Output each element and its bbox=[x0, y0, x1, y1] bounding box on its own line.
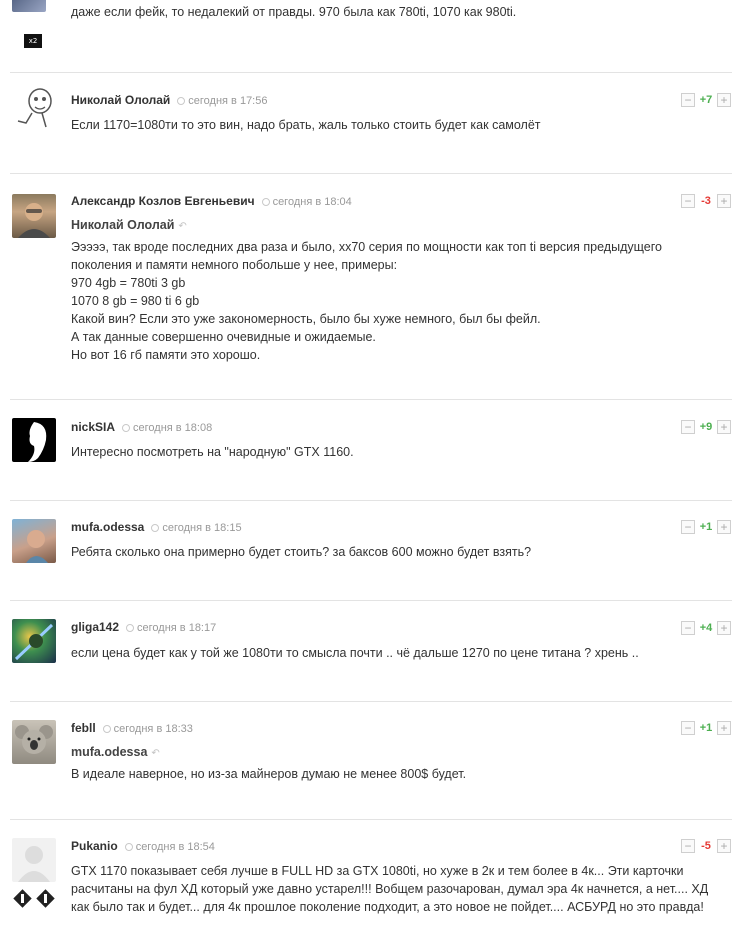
reply-arrow-icon: ↶ bbox=[151, 748, 160, 759]
vote-count: +7 bbox=[699, 94, 713, 106]
divider bbox=[10, 701, 732, 702]
author-name[interactable]: Александр Козлов Евгеньевич bbox=[71, 194, 255, 208]
comment-text: GTX 1170 показывает себя лучше в FULL HD… bbox=[71, 864, 709, 914]
avatar[interactable] bbox=[12, 838, 56, 882]
offline-status-icon bbox=[122, 424, 131, 432]
koala-icon bbox=[15, 725, 53, 754]
offline-status-icon bbox=[126, 624, 135, 632]
comment-text: Интересно посмотреть на "народную" GTX 1… bbox=[71, 445, 354, 459]
comment-text: mufa.odessa ↶ В идеале наверное, но из-за… bbox=[71, 743, 721, 783]
vote-up-button[interactable]: + bbox=[717, 194, 731, 208]
reply-to-link[interactable]: Николай Ололай ↶ bbox=[71, 216, 721, 236]
vote-down-button[interactable]: − bbox=[681, 194, 695, 208]
author-name[interactable]: Pukanio bbox=[71, 839, 118, 853]
silhouette-face-icon bbox=[28, 422, 47, 462]
avatar[interactable] bbox=[12, 0, 46, 12]
avatar[interactable] bbox=[12, 87, 56, 131]
divider bbox=[10, 500, 732, 501]
vote-down-button[interactable]: − bbox=[681, 520, 695, 534]
comment-text: Николай Ололай ↶ Эээээ, так вроде последн… bbox=[71, 216, 721, 364]
vote-down-button[interactable]: − bbox=[681, 420, 695, 434]
vote-count: +1 bbox=[699, 722, 713, 734]
avatar[interactable] bbox=[12, 194, 56, 238]
vote-up-button[interactable]: + bbox=[717, 621, 731, 635]
vote-count: -3 bbox=[701, 195, 711, 207]
vote-count: +4 bbox=[699, 622, 713, 634]
vote-up-button[interactable]: + bbox=[717, 520, 731, 534]
offline-status-icon bbox=[177, 97, 186, 105]
offline-status-icon bbox=[151, 524, 160, 532]
vote-controls: − +1 + bbox=[681, 520, 731, 534]
vote-controls: − +1 + bbox=[681, 721, 731, 735]
author-name[interactable]: mufa.odessa bbox=[71, 520, 144, 534]
divider bbox=[10, 600, 732, 601]
author-name[interactable]: gliga142 bbox=[71, 620, 119, 634]
divider bbox=[10, 819, 732, 820]
comment-text: даже если фейк, то недалекий от правды. … bbox=[71, 5, 517, 19]
vote-controls: − -5 + bbox=[681, 839, 731, 853]
vote-count: -5 bbox=[701, 840, 711, 852]
divider bbox=[10, 399, 732, 400]
user-badge: x2 bbox=[24, 34, 42, 48]
offline-status-icon bbox=[124, 843, 133, 851]
vote-controls: − +9 + bbox=[681, 420, 731, 434]
vote-controls: − +4 + bbox=[681, 621, 731, 635]
rage-face-icon bbox=[17, 88, 52, 128]
person-photo-icon bbox=[18, 203, 50, 238]
default-avatar-icon bbox=[18, 846, 50, 882]
comment-text: если цена будет как у той же 1080ти то с… bbox=[71, 646, 639, 660]
author-name[interactable]: Николай Ололай bbox=[71, 93, 170, 107]
comment-time[interactable]: сегодня в 18:54 bbox=[136, 841, 215, 853]
avatar[interactable] bbox=[12, 720, 56, 764]
warning-badge-icon bbox=[13, 889, 32, 908]
author-name[interactable]: febll bbox=[71, 721, 96, 735]
reply-to-link[interactable]: mufa.odessa ↶ bbox=[71, 743, 721, 763]
comment-text: Ребята сколько она примерно будет стоить… bbox=[71, 545, 532, 559]
offline-status-icon bbox=[261, 198, 270, 206]
vote-count: +9 bbox=[699, 421, 713, 433]
comment-text: Если 1170=1080ти то это вин, надо брать,… bbox=[71, 118, 541, 132]
comment-time[interactable]: сегодня в 18:17 bbox=[137, 622, 216, 634]
vote-controls: − -3 + bbox=[681, 194, 731, 208]
vote-up-button[interactable]: + bbox=[717, 721, 731, 735]
vote-down-button[interactable]: − bbox=[681, 621, 695, 635]
vote-up-button[interactable]: + bbox=[717, 420, 731, 434]
author-name[interactable]: nickSIA bbox=[71, 420, 115, 434]
reply-arrow-icon: ↶ bbox=[178, 221, 187, 232]
person-photo-icon bbox=[26, 530, 48, 563]
user-badges bbox=[13, 889, 56, 908]
vote-down-button[interactable]: − bbox=[681, 839, 695, 853]
comment-time[interactable]: сегодня в 17:56 bbox=[188, 95, 267, 107]
comment-time[interactable]: сегодня в 18:33 bbox=[114, 723, 193, 735]
comment-time[interactable]: сегодня в 18:15 bbox=[162, 522, 241, 534]
offline-status-icon bbox=[102, 725, 111, 733]
warning-badge-icon bbox=[36, 889, 55, 908]
vote-count: +1 bbox=[699, 521, 713, 533]
vote-up-button[interactable]: + bbox=[717, 839, 731, 853]
divider bbox=[10, 72, 732, 73]
vote-up-button[interactable]: + bbox=[717, 93, 731, 107]
comment-time[interactable]: сегодня в 18:04 bbox=[273, 196, 352, 208]
vote-controls: − +7 + bbox=[681, 93, 731, 107]
avatar[interactable] bbox=[12, 418, 56, 462]
vote-down-button[interactable]: − bbox=[681, 93, 695, 107]
avatar[interactable] bbox=[12, 619, 56, 663]
game-character-icon bbox=[14, 623, 54, 661]
comment-time[interactable]: сегодня в 18:08 bbox=[133, 422, 212, 434]
vote-down-button[interactable]: − bbox=[681, 721, 695, 735]
divider bbox=[10, 173, 732, 174]
avatar[interactable] bbox=[12, 519, 56, 563]
